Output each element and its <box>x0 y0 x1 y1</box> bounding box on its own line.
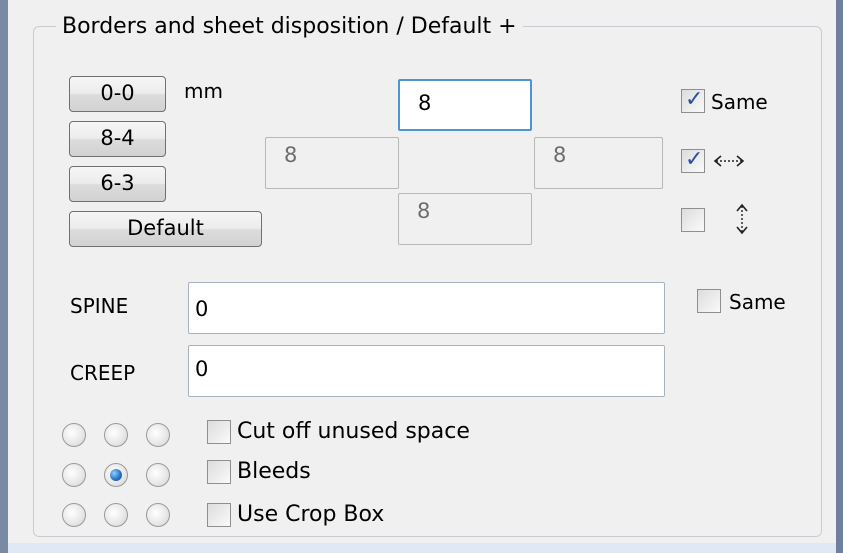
use-crop-box-checkbox[interactable] <box>207 503 231 527</box>
panel-bottom-strip <box>8 543 836 553</box>
preset-6-3-button[interactable]: 6-3 <box>69 166 166 202</box>
preset-8-4-button[interactable]: 8-4 <box>69 121 166 157</box>
right-border <box>836 0 843 553</box>
spine-same-label: Same <box>729 290 786 314</box>
anchor-bottom-right-radio[interactable] <box>146 503 170 527</box>
anchor-top-center-radio[interactable] <box>104 423 128 447</box>
preset-default-button[interactable]: Default <box>69 211 262 247</box>
creep-label: CREEP <box>70 361 136 385</box>
bleeds-checkbox[interactable] <box>207 460 231 484</box>
margin-right-input[interactable]: 8 <box>534 137 663 189</box>
anchor-top-left-radio[interactable] <box>62 423 86 447</box>
anchor-bottom-center-radio[interactable] <box>104 503 128 527</box>
anchor-middle-left-radio[interactable] <box>62 463 86 487</box>
horizontal-same-checkbox[interactable]: ✓ <box>681 147 705 173</box>
creep-input[interactable]: 0 <box>188 345 665 397</box>
bleeds-label: Bleeds <box>237 459 311 484</box>
anchor-top-right-radio[interactable] <box>146 423 170 447</box>
horizontal-arrows-icon <box>713 155 745 167</box>
spine-label: SPINE <box>70 294 129 318</box>
spine-input[interactable]: 0 <box>188 282 665 334</box>
same-margins-checkbox[interactable]: ✓ <box>681 87 705 113</box>
unit-label: mm <box>184 79 223 103</box>
anchor-bottom-left-radio[interactable] <box>62 503 86 527</box>
vertical-same-checkbox[interactable] <box>681 208 705 232</box>
anchor-center-radio[interactable] <box>104 463 128 487</box>
use-crop-box-label: Use Crop Box <box>237 502 385 527</box>
same-margins-label: Same <box>711 90 768 114</box>
cut-off-unused-space-checkbox[interactable] <box>207 420 231 444</box>
vertical-arrows-icon <box>736 203 748 235</box>
margin-bottom-input[interactable]: 8 <box>398 193 532 245</box>
spine-same-checkbox[interactable] <box>697 289 721 313</box>
margin-left-input[interactable]: 8 <box>265 137 399 189</box>
cut-off-unused-space-label: Cut off unused space <box>237 419 470 444</box>
anchor-middle-right-radio[interactable] <box>146 463 170 487</box>
left-border <box>0 0 8 553</box>
preset-0-0-button[interactable]: 0-0 <box>69 76 166 112</box>
margin-top-input[interactable]: 8 <box>398 79 532 131</box>
group-title: Borders and sheet disposition / Default … <box>56 12 523 42</box>
